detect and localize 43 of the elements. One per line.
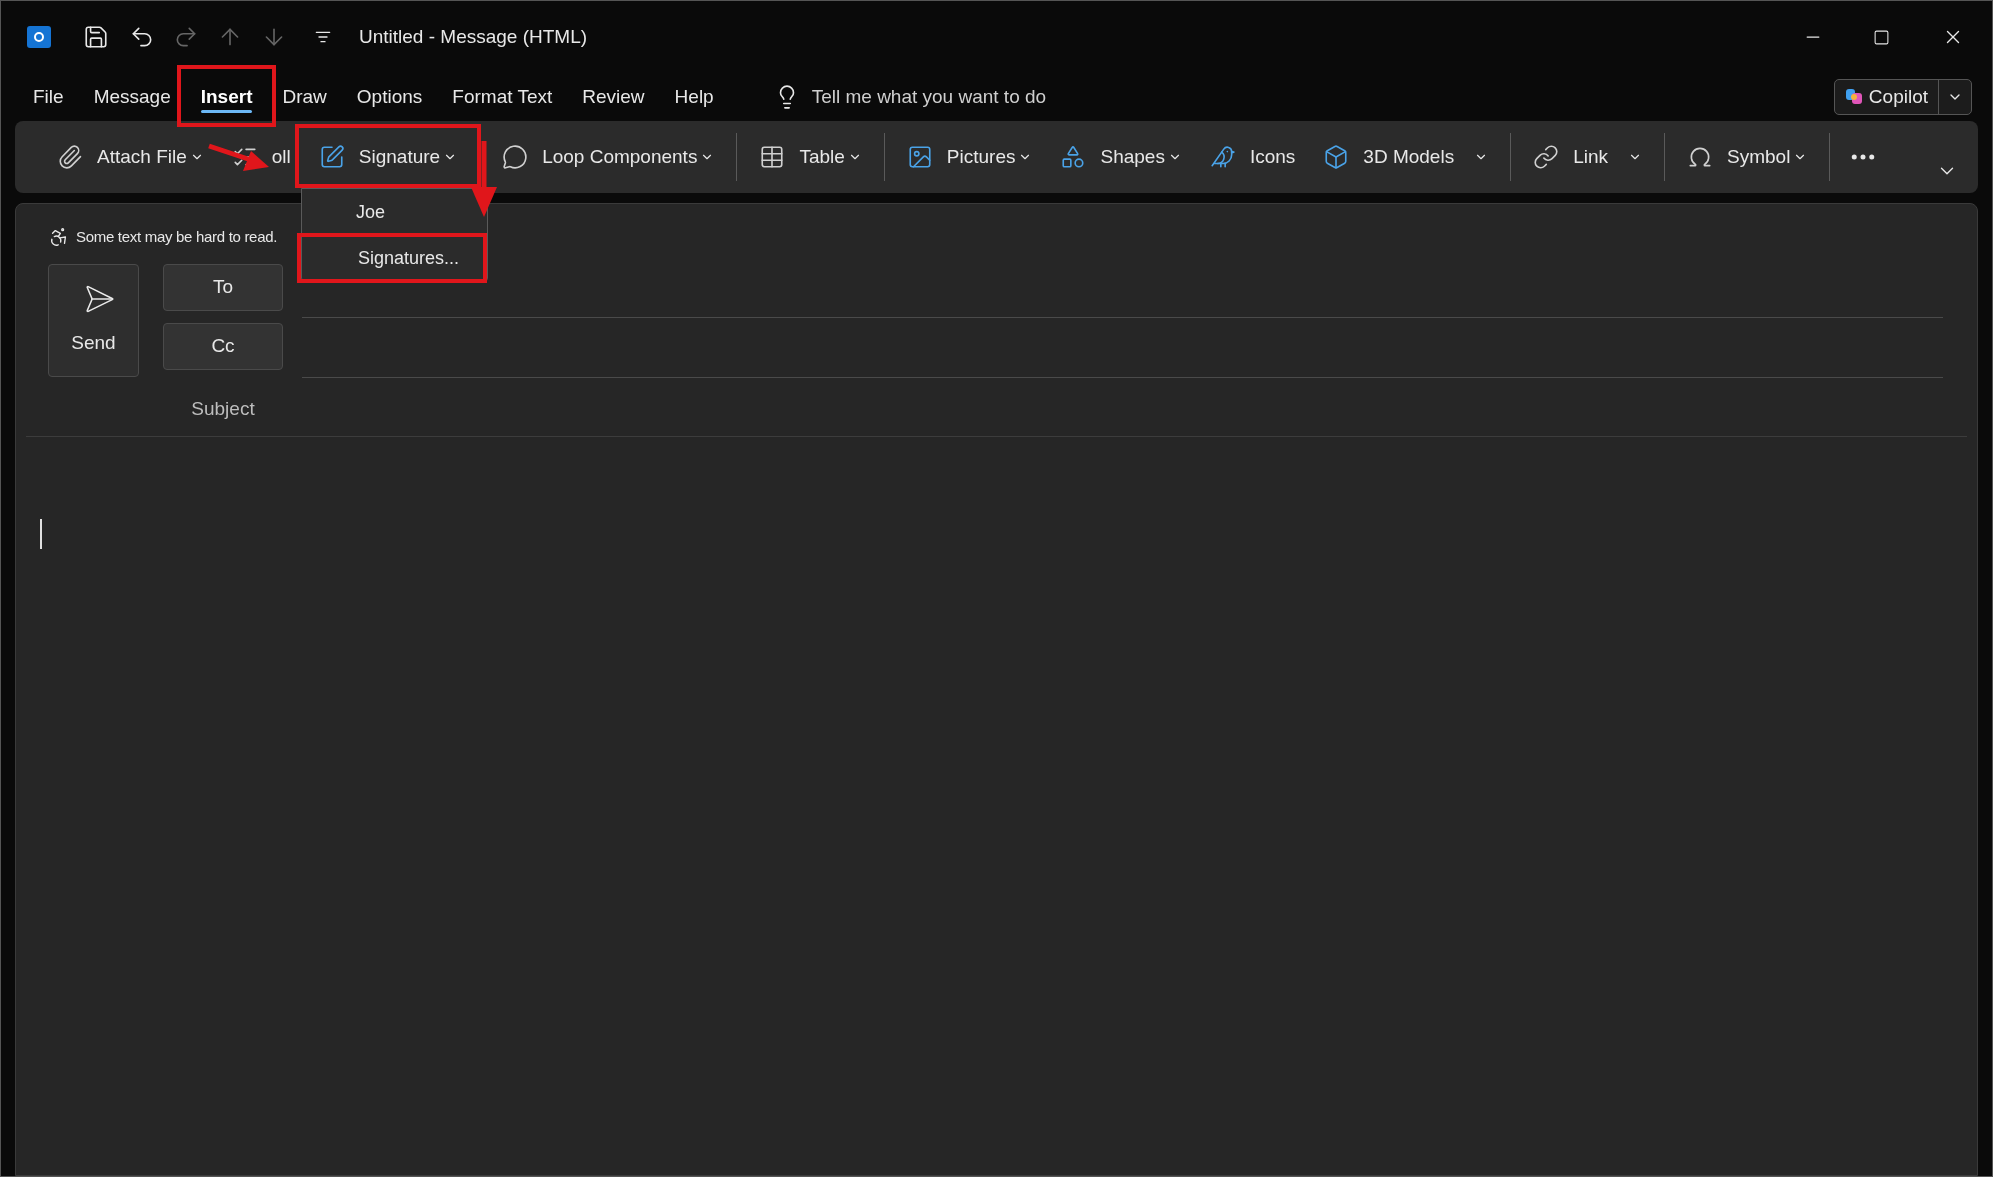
- pen-icon: [318, 144, 345, 170]
- ribbon-button[interactable]: Table: [749, 134, 872, 180]
- menu-tab[interactable]: Draw: [272, 77, 337, 117]
- save-icon[interactable]: [83, 24, 109, 50]
- send-button[interactable]: Send: [48, 264, 139, 377]
- ribbon-button[interactable]: Icons: [1199, 134, 1306, 180]
- ribbon-button[interactable]: Shapes: [1050, 134, 1192, 180]
- image-icon: [906, 144, 933, 170]
- menu-tab[interactable]: Format Text: [442, 77, 563, 117]
- infobar-text: Some text may be hard to read.: [76, 226, 278, 247]
- cube-icon: [1323, 144, 1350, 170]
- menu-tab[interactable]: File: [23, 77, 74, 117]
- menu-tab[interactable]: Message: [83, 77, 181, 117]
- ribbon-button[interactable]: Attach File: [47, 134, 214, 180]
- ribbon-button[interactable]: Signature: [308, 134, 468, 180]
- menu-item[interactable]: Signatures...: [297, 233, 487, 283]
- ribbon-button[interactable]: Link: [1523, 134, 1653, 180]
- cc-button[interactable]: Cc: [163, 323, 283, 370]
- copilot-button[interactable]: Copilot: [1833, 79, 1972, 115]
- bird-icon: [1209, 144, 1236, 170]
- ribbon-button[interactable]: Symbol: [1677, 134, 1818, 180]
- subject-label: Subject: [190, 397, 256, 421]
- customize-icon[interactable]: [315, 29, 331, 45]
- table-icon: [759, 144, 786, 170]
- mail-app-icon: [27, 26, 51, 48]
- menu-tab[interactable]: Review: [572, 77, 655, 117]
- link-icon: [1533, 144, 1560, 170]
- copilot-logo-icon: [1844, 88, 1863, 106]
- maximize-icon[interactable]: [1873, 28, 1890, 46]
- ribbon-button[interactable]: Pictures: [896, 134, 1043, 180]
- menu-item[interactable]: Joe: [302, 192, 464, 232]
- to-button[interactable]: To: [163, 264, 283, 311]
- search-field[interactable]: Tell me what you want to do: [811, 82, 1212, 112]
- paperclip-icon: [57, 144, 83, 170]
- menu-tab[interactable]: Insert: [190, 77, 263, 117]
- menu-tab[interactable]: Help: [664, 77, 724, 117]
- text-cursor: [40, 519, 42, 549]
- menu-tab[interactable]: Options: [346, 77, 433, 117]
- window-title: Untitled - Message (HTML): [359, 24, 588, 49]
- ribbon-button[interactable]: 3D Models: [1313, 134, 1499, 180]
- annotation-arrow: [207, 143, 271, 173]
- chat-bubble-icon: [502, 144, 529, 170]
- ribbon-button[interactable]: Loop Components: [492, 134, 725, 180]
